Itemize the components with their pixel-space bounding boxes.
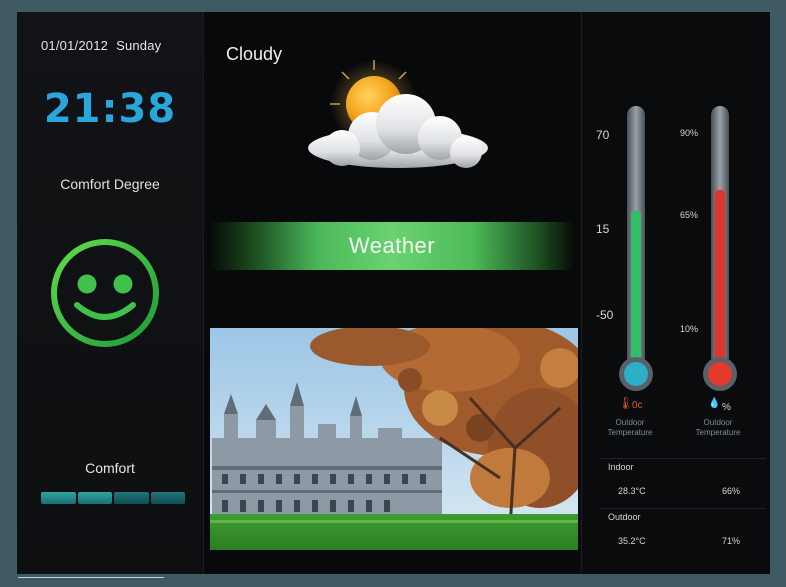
indoor-humidity: 66% xyxy=(722,486,741,496)
weather-condition: Cloudy xyxy=(226,44,283,64)
humidity-scale-max: 90% xyxy=(680,128,699,138)
date-display: 01/01/2012 Sunday xyxy=(41,38,161,53)
outdoor-temp-value: 35.2 xyxy=(618,536,636,546)
indoor-temperature: 28.3°C xyxy=(618,486,646,496)
humidity-scale-min: 10% xyxy=(680,324,699,334)
comfort-level-bar xyxy=(41,492,185,504)
humidity-caption: Outdoor Temperature xyxy=(678,418,758,438)
outdoor-temp-unit: °C xyxy=(635,536,646,546)
humidity-thermometer xyxy=(703,106,737,391)
comfort-degree-title: Comfort Degree xyxy=(60,176,160,192)
weekday-text: Sunday xyxy=(116,38,162,53)
comfort-bar-segment xyxy=(114,492,149,504)
temperature-caption-line2: Temperature xyxy=(607,428,653,437)
castle-landscape-photo xyxy=(210,328,578,550)
humidity-level-fill xyxy=(715,190,725,372)
left-panel: 01/01/2012 Sunday 21:38 Comfort Degree Co… xyxy=(17,12,204,574)
indoor-temp-unit: °C xyxy=(635,486,646,496)
weather-station-screen: 01/01/2012 Sunday 21:38 Comfort Degree Co… xyxy=(17,12,770,574)
comfort-bar-segment xyxy=(77,492,112,504)
comfort-bar-segment xyxy=(41,492,76,504)
humidity-unit: % xyxy=(722,402,731,413)
humidity-scale-mid: 65% xyxy=(680,210,699,220)
comfort-bar-segment xyxy=(150,492,185,504)
center-panel: Cloudy Weather xyxy=(204,12,580,574)
temperature-scale-max: 70 xyxy=(596,128,610,142)
sun-behind-cloud-icon xyxy=(308,60,488,168)
humidity-caption-line1: Outdoor xyxy=(703,418,733,427)
right-panel: 70 15 -50 90% 65% 10% 🌡 0c Outdoor Tempe… xyxy=(581,12,770,574)
divider xyxy=(600,458,766,459)
temperature-scale-min: -50 xyxy=(596,308,614,322)
outdoor-humidity: 71% xyxy=(722,536,741,546)
outdoor-temperature: 35.2°C xyxy=(618,536,646,546)
temperature-caption: Outdoor Temperature xyxy=(590,418,670,438)
bottom-rule xyxy=(18,577,164,578)
outdoor-label: Outdoor xyxy=(608,512,641,522)
weather-banner: Weather xyxy=(208,222,576,270)
temperature-scale-mid: 15 xyxy=(596,222,610,236)
humidity-caption-line2: Temperature xyxy=(695,428,741,437)
temperature-unit: 0c xyxy=(632,400,643,411)
temperature-thermometer xyxy=(619,106,653,391)
divider xyxy=(600,508,766,509)
indoor-temp-value: 28.3 xyxy=(618,486,636,496)
indoor-label: Indoor xyxy=(608,462,634,472)
date-text: 01/01/2012 xyxy=(41,38,109,53)
smiley-face-icon xyxy=(51,239,159,347)
water-drop-icon: 💧 xyxy=(708,398,721,409)
temperature-caption-line1: Outdoor xyxy=(615,418,645,427)
thermometer-icon: 🌡 xyxy=(618,396,634,410)
clock-time: 21:38 xyxy=(43,86,177,132)
comfort-status-label: Comfort xyxy=(85,460,135,476)
temperature-level-fill xyxy=(631,210,641,372)
